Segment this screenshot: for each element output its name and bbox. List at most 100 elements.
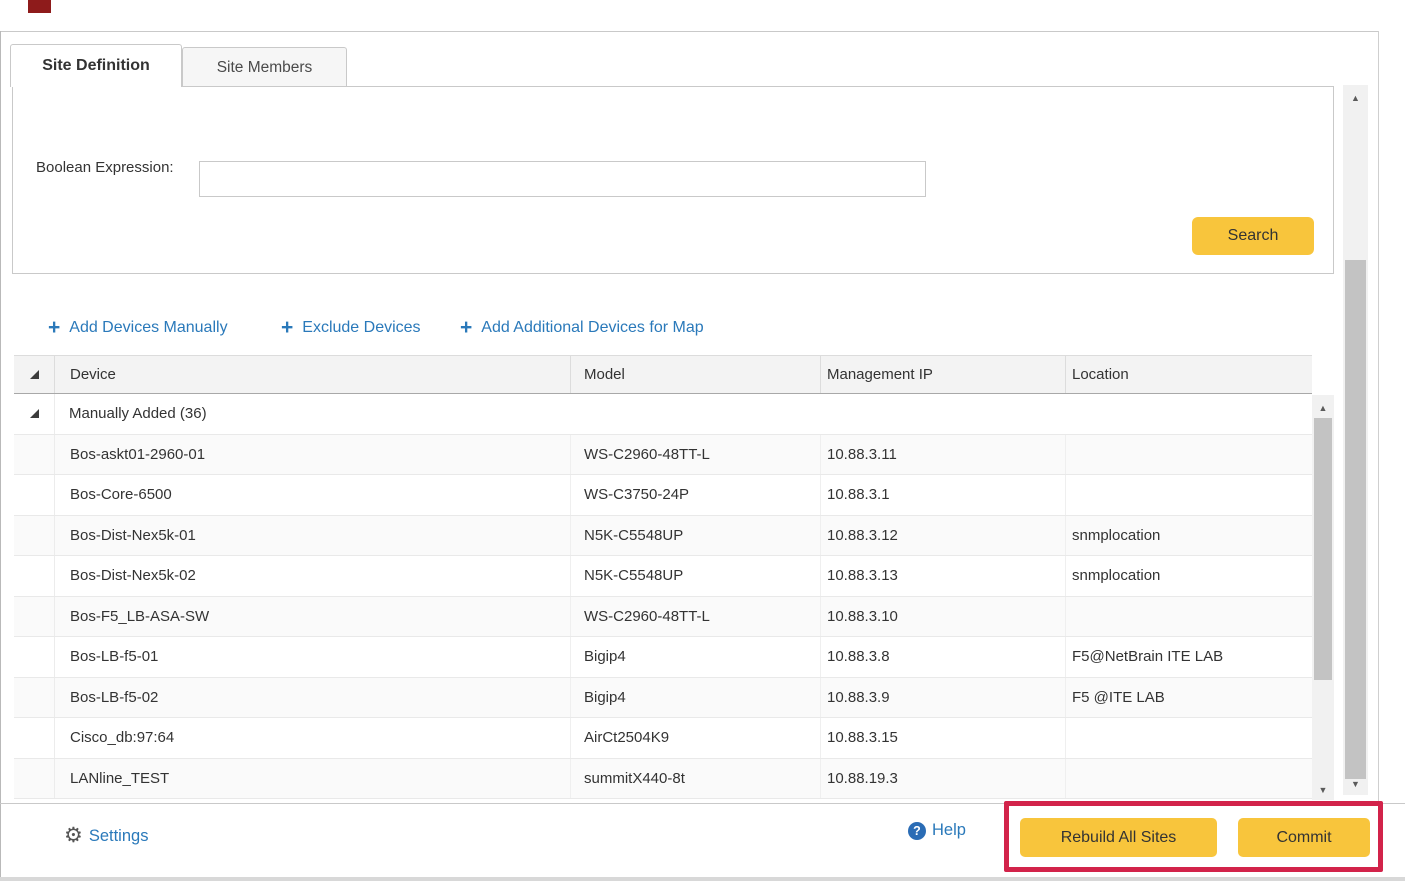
scroll-down-icon[interactable]: ▼ — [1343, 777, 1368, 791]
help-label: Help — [932, 821, 966, 840]
plus-icon: + — [281, 318, 293, 338]
cell-model: N5K-C5548UP — [570, 556, 820, 596]
table-row[interactable]: Bos-F5_LB-ASA-SW WS-C2960-48TT-L 10.88.3… — [14, 597, 1312, 638]
table-scrollbar[interactable]: ▲ ▼ — [1312, 395, 1334, 800]
boolean-expression-label: Boolean Expression: — [36, 159, 174, 176]
cell-model: Bigip4 — [570, 678, 820, 718]
group-row-manually-added[interactable]: Manually Added (36) — [14, 394, 1312, 435]
site-definition-dialog: Site Members Site Definition Boolean Exp… — [0, 0, 1405, 896]
row-gutter — [14, 435, 55, 475]
cell-location — [1065, 475, 1312, 515]
rebuild-all-sites-button[interactable]: Rebuild All Sites — [1020, 818, 1217, 857]
table-row[interactable]: LANline_TEST summitX440-8t 10.88.19.3 — [14, 759, 1312, 800]
dialog-scrollbar[interactable]: ▲ ▼ — [1343, 85, 1368, 795]
cell-location: F5 @ITE LAB — [1065, 678, 1312, 718]
row-gutter — [14, 516, 55, 556]
row-gutter — [14, 475, 55, 515]
cell-location — [1065, 597, 1312, 637]
cell-model: WS-C2960-48TT-L — [570, 597, 820, 637]
boolean-expression-input[interactable] — [199, 161, 926, 197]
cell-device: Cisco_db:97:64 — [55, 729, 570, 746]
table-row[interactable]: Bos-Dist-Nex5k-02 N5K-C5548UP 10.88.3.13… — [14, 556, 1312, 597]
add-devices-manually-link[interactable]: + Add Devices Manually — [48, 318, 228, 338]
cell-model: WS-C2960-48TT-L — [570, 435, 820, 475]
add-additional-devices-link[interactable]: + Add Additional Devices for Map — [460, 318, 704, 338]
table-row[interactable]: Bos-LB-f5-02 Bigip4 10.88.3.9 F5 @ITE LA… — [14, 678, 1312, 719]
table-scrollbar-thumb[interactable] — [1314, 418, 1332, 680]
add-additional-devices-label: Add Additional Devices for Map — [481, 319, 703, 337]
row-gutter — [14, 718, 55, 758]
tab-site-members[interactable]: Site Members — [182, 47, 347, 87]
table-row[interactable]: Bos-LB-f5-01 Bigip4 10.88.3.8 F5@NetBrai… — [14, 637, 1312, 678]
help-icon: ? — [908, 822, 926, 840]
site-definition-panel: Boolean Expression: Search — [12, 86, 1334, 274]
collapse-triangle-icon — [30, 370, 39, 379]
help-link[interactable]: ? Help — [908, 821, 966, 840]
cell-device: Bos-askt01-2960-01 — [55, 446, 570, 463]
cell-location: F5@NetBrain ITE LAB — [1065, 637, 1312, 677]
row-gutter — [14, 678, 55, 718]
device-table-header: Device Model Management IP Location — [14, 355, 1312, 394]
gear-icon: ⚙ — [64, 823, 83, 849]
row-gutter — [14, 759, 55, 799]
cell-device: LANline_TEST — [55, 770, 570, 787]
column-header-model[interactable]: Model — [570, 356, 820, 393]
cell-location — [1065, 759, 1312, 799]
tab-site-definition[interactable]: Site Definition — [10, 44, 182, 87]
cell-model: AirCt2504K9 — [570, 718, 820, 758]
row-gutter — [14, 556, 55, 596]
add-devices-manually-label: Add Devices Manually — [69, 319, 227, 337]
table-row[interactable]: Bos-Core-6500 WS-C3750-24P 10.88.3.1 — [14, 475, 1312, 516]
dialog-bottom-edge — [0, 877, 1405, 881]
settings-label: Settings — [89, 827, 149, 846]
group-expand-triangle-icon — [30, 409, 39, 418]
collapse-all-cell[interactable] — [14, 356, 55, 393]
table-row[interactable]: Cisco_db:97:64 AirCt2504K9 10.88.3.15 — [14, 718, 1312, 759]
group-expand-cell[interactable] — [14, 394, 55, 434]
commit-button[interactable]: Commit — [1238, 818, 1370, 857]
cell-model: Bigip4 — [570, 637, 820, 677]
cell-management-ip: 10.88.3.9 — [820, 678, 1065, 718]
cell-model: summitX440-8t — [570, 759, 820, 799]
scroll-up-icon[interactable]: ▲ — [1343, 91, 1368, 105]
dialog-left-border — [0, 31, 1, 877]
cell-model: WS-C3750-24P — [570, 475, 820, 515]
dialog-top-border — [0, 31, 1379, 32]
cell-device: Bos-Dist-Nex5k-01 — [55, 527, 570, 544]
device-actions-toolbar: + Add Devices Manually + Exclude Devices… — [0, 318, 1300, 346]
cell-device: Bos-F5_LB-ASA-SW — [55, 608, 570, 625]
exclude-devices-link[interactable]: + Exclude Devices — [281, 318, 421, 338]
cell-device: Bos-Core-6500 — [55, 486, 570, 503]
scroll-up-icon[interactable]: ▲ — [1312, 401, 1334, 415]
tab-site-definition-label: Site Definition — [42, 57, 150, 75]
dialog-scrollbar-thumb[interactable] — [1345, 260, 1366, 779]
settings-link[interactable]: ⚙ Settings — [64, 823, 148, 849]
cell-management-ip: 10.88.3.11 — [820, 435, 1065, 475]
column-header-location[interactable]: Location — [1065, 356, 1312, 393]
search-button[interactable]: Search — [1192, 217, 1314, 255]
plus-icon: + — [460, 318, 472, 338]
table-row[interactable]: Bos-Dist-Nex5k-01 N5K-C5548UP 10.88.3.12… — [14, 516, 1312, 557]
row-gutter — [14, 597, 55, 637]
tab-site-members-label: Site Members — [217, 59, 313, 77]
device-table-body: Manually Added (36) Bos-askt01-2960-01 W… — [14, 394, 1312, 799]
cell-location — [1065, 435, 1312, 475]
column-header-management-ip[interactable]: Management IP — [820, 356, 1065, 393]
cell-location — [1065, 718, 1312, 758]
plus-icon: + — [48, 318, 60, 338]
cell-management-ip: 10.88.3.12 — [820, 516, 1065, 556]
cell-management-ip: 10.88.3.8 — [820, 637, 1065, 677]
scroll-down-icon[interactable]: ▼ — [1312, 783, 1334, 797]
table-row[interactable]: Bos-askt01-2960-01 WS-C2960-48TT-L 10.88… — [14, 435, 1312, 476]
group-label: Manually Added (36) — [55, 405, 207, 422]
cell-model: N5K-C5548UP — [570, 516, 820, 556]
cell-management-ip: 10.88.3.15 — [820, 718, 1065, 758]
cell-device: Bos-Dist-Nex5k-02 — [55, 567, 570, 584]
annotation-marker — [28, 0, 51, 13]
cell-management-ip: 10.88.19.3 — [820, 759, 1065, 799]
exclude-devices-label: Exclude Devices — [302, 319, 420, 337]
column-header-device[interactable]: Device — [55, 366, 570, 383]
cell-location: snmplocation — [1065, 516, 1312, 556]
dialog-right-border — [1378, 31, 1379, 803]
cell-device: Bos-LB-f5-01 — [55, 648, 570, 665]
